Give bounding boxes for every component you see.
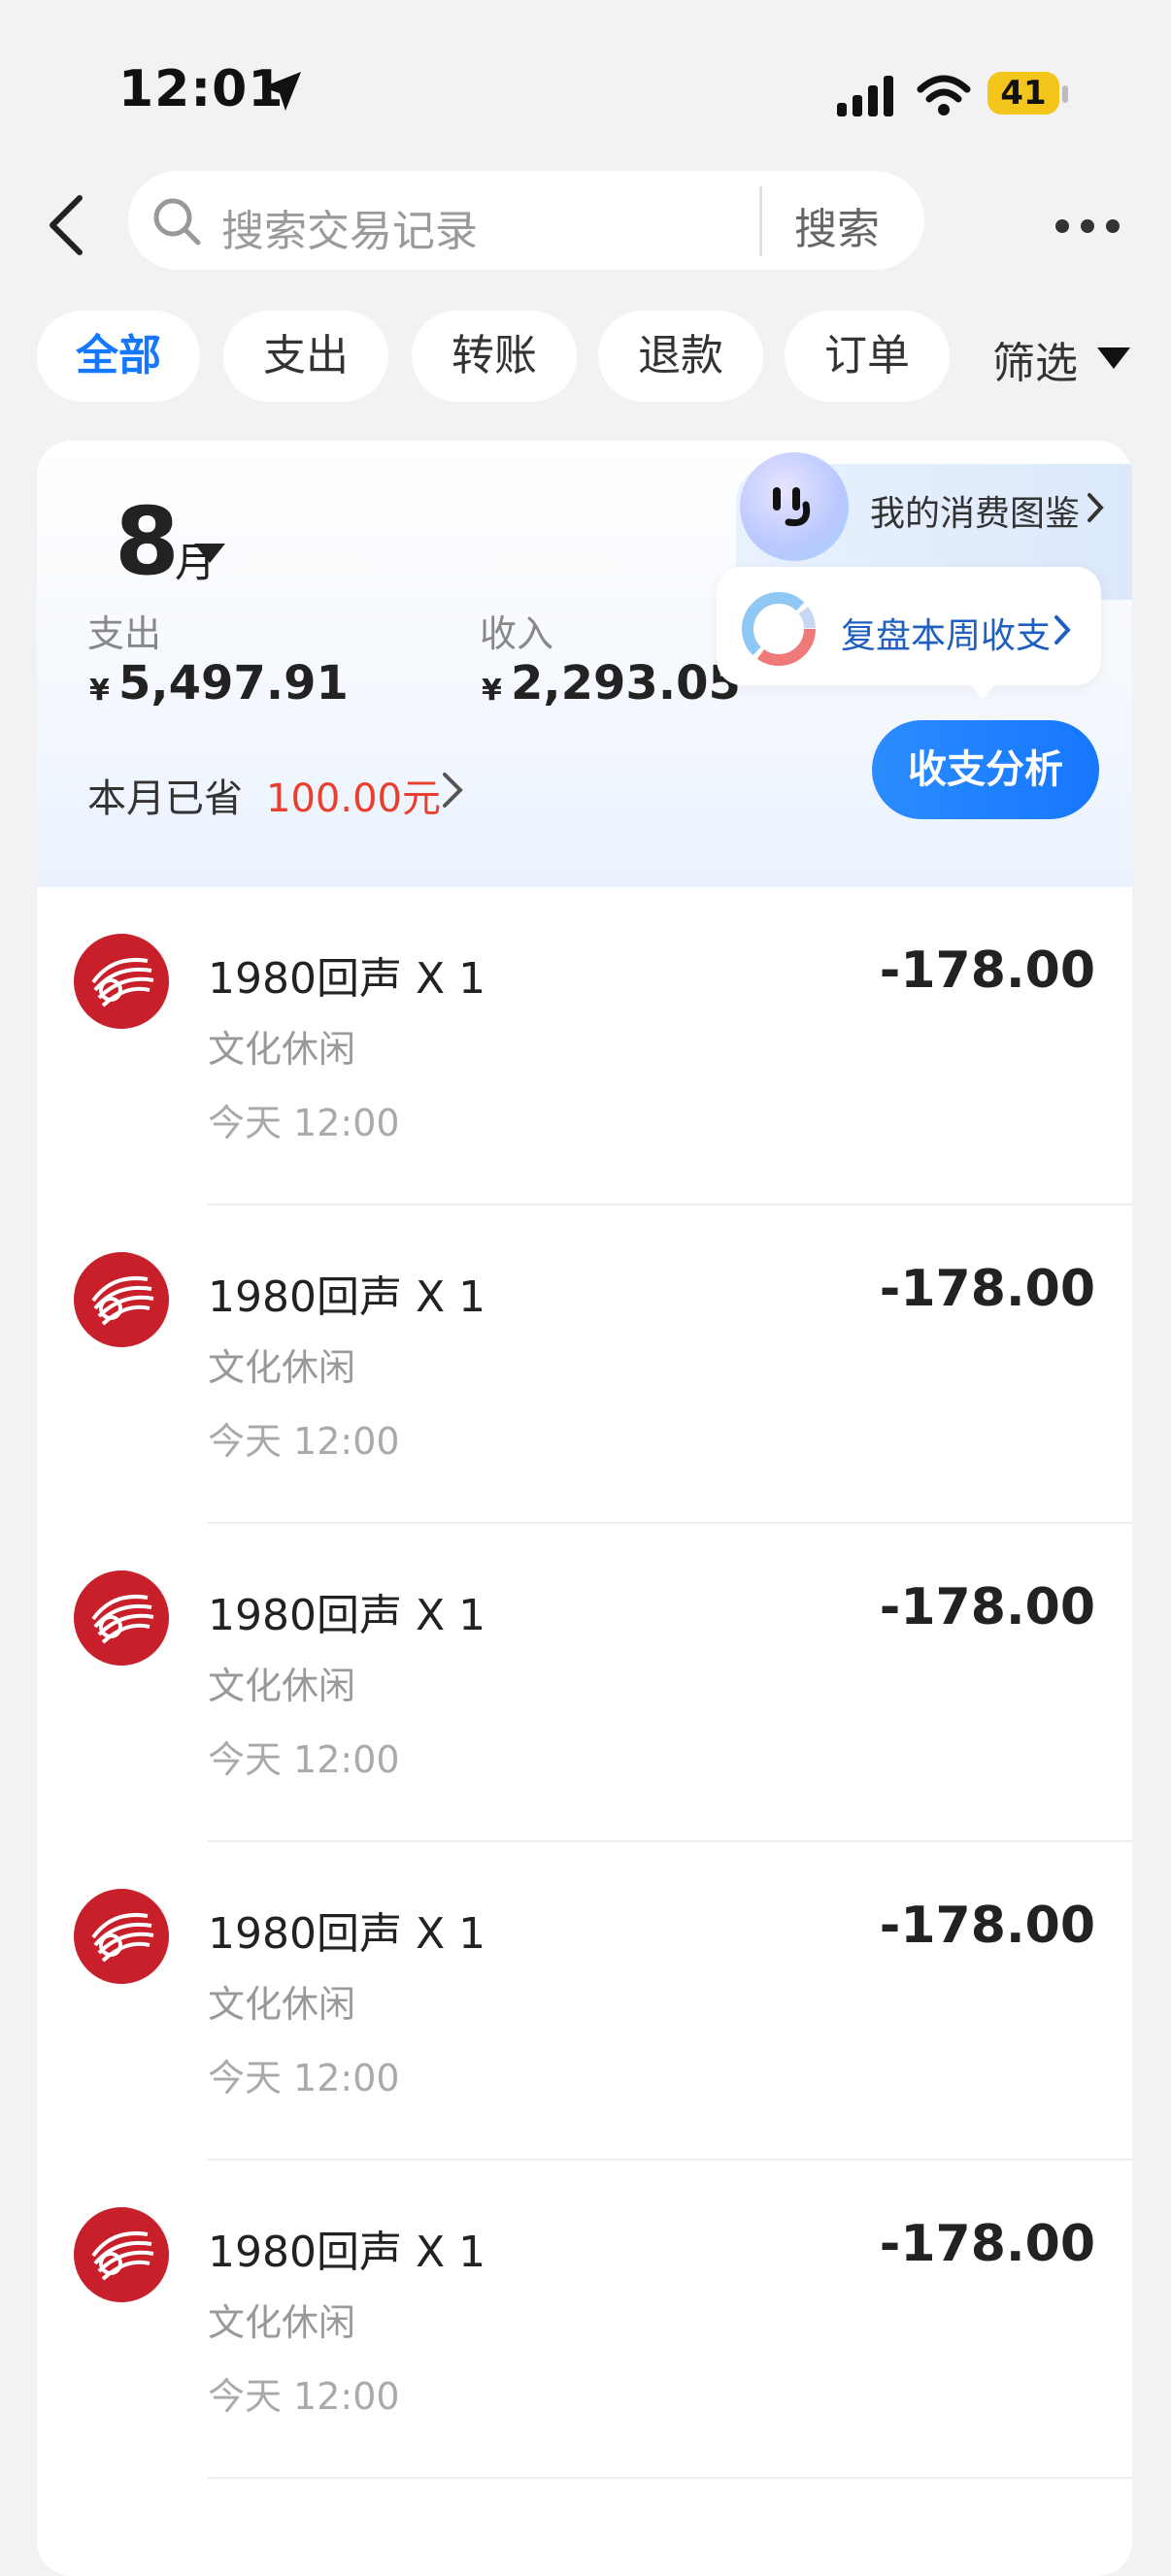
transaction-amount: -178.00 [879,941,1095,1000]
transaction-amount: -178.00 [879,1260,1095,1318]
mascot-face-icon [773,487,811,527]
transaction-category: 文化休闲 [208,1665,356,1707]
bubble-pointer [969,683,996,699]
cellular-signal-icon [837,76,893,116]
gallery-chevron-icon[interactable] [1086,491,1105,524]
back-arrow-icon[interactable] [45,194,87,256]
location-arrow-icon [262,72,301,111]
transactions-card: 8 月 支出 ¥ 5,497.91 收入 ¥ 2,293.05 本月已省 100… [37,441,1132,2576]
saved-chevron-icon[interactable] [441,771,464,809]
search-divider [759,186,762,256]
income-currency: ¥ [482,674,502,708]
transaction-title: 1980回声 X 1 [208,2228,486,2277]
search-button[interactable]: 搜索 [794,194,880,256]
transaction-row[interactable]: 1980回声 X 1 文化休闲今天 12:00 -178.00 [37,1205,1132,1524]
income-total: 2,293.05 [511,656,741,710]
consumption-gallery-link[interactable]: 我的消费图鉴 [870,485,1080,536]
merchant-logo [74,1889,169,1984]
transaction-row[interactable]: 1980回声 X 1 文化休闲今天 12:00 -178.00 [37,1524,1132,1842]
transaction-title: 1980回声 X 1 [208,1591,486,1640]
transaction-title: 1980回声 X 1 [208,1909,486,1959]
battery-cap [1062,85,1068,103]
tab-transfer[interactable]: 转账 [412,311,577,402]
filter-dropdown-icon[interactable] [1095,346,1132,371]
transaction-time: 今天 12:00 [208,1102,400,1144]
saved-amount[interactable]: 100.00元 [266,767,441,823]
transaction-time: 今天 12:00 [208,1420,400,1463]
income-expense-analysis-button[interactable]: 收支分析 [872,720,1099,819]
transaction-amount: -178.00 [879,2215,1095,2273]
tab-all[interactable]: 全部 [37,311,200,402]
expense-label: 支出 [87,612,162,655]
review-chevron-icon[interactable] [1053,613,1072,646]
transaction-category: 文化休闲 [208,1983,356,2026]
merchant-logo [74,1570,169,1666]
expense-total: 5,497.91 [118,656,349,710]
transaction-amount: -178.00 [879,1578,1095,1636]
month-number[interactable]: 8 [115,487,180,596]
weekly-review-link[interactable]: 复盘本周收支 [841,608,1051,658]
tab-orders[interactable]: 订单 [785,311,950,402]
income-label: 收入 [480,612,554,655]
transaction-row[interactable]: 1980回声 X 1 文化休闲今天 12:00 -178.00 [37,887,1132,1205]
merchant-logo [74,2207,169,2302]
merchant-logo-icon [91,1913,154,1963]
expense-currency: ¥ [89,674,110,708]
transaction-title: 1980回声 X 1 [208,1272,486,1322]
transaction-time: 今天 12:00 [208,2375,400,2418]
month-dropdown-icon[interactable] [192,542,227,565]
transaction-time: 今天 12:00 [208,2057,400,2099]
donut-chart-icon [742,592,816,666]
transaction-amount: -178.00 [879,1897,1095,1955]
merchant-logo-icon [91,1595,154,1644]
more-options-icon[interactable] [1054,217,1121,235]
merchant-logo-icon [91,2231,154,2281]
merchant-logo-icon [91,958,154,1007]
row-divider [208,2477,1132,2479]
transaction-category: 文化休闲 [208,1028,356,1071]
transaction-title: 1980回声 X 1 [208,954,486,1004]
merchant-logo [74,934,169,1029]
search-input[interactable]: 搜索交易记录 [221,196,478,258]
tab-refund[interactable]: 退款 [598,311,763,402]
merchant-logo-icon [91,1276,154,1326]
tab-expense[interactable]: 支出 [223,311,388,402]
transaction-row[interactable]: 1980回声 X 1 文化休闲今天 12:00 -178.00 [37,1842,1132,2161]
merchant-logo [74,1252,169,1347]
battery-indicator: 41 [987,72,1059,115]
transaction-category: 文化休闲 [208,2301,356,2344]
filter-button[interactable]: 筛选 [992,328,1078,390]
transaction-row[interactable]: 1980回声 X 1 文化休闲今天 12:00 -178.00 [37,2161,1132,2479]
transaction-time: 今天 12:00 [208,1738,400,1781]
search-icon [153,198,201,246]
transaction-category: 文化休闲 [208,1346,356,1389]
saved-label[interactable]: 本月已省 [87,767,243,823]
wifi-icon [917,75,971,116]
